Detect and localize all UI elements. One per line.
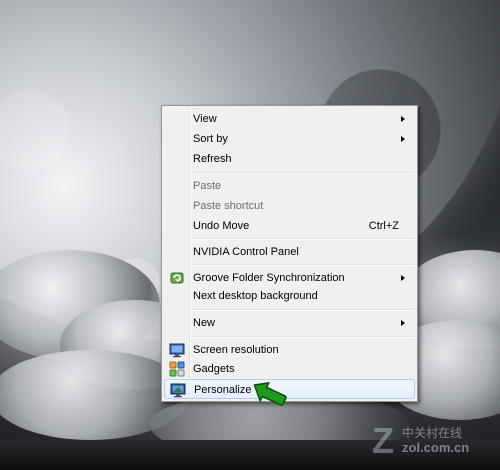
submenu-arrow-icon — [401, 136, 405, 142]
menu-item-label: NVIDIA Control Panel — [193, 246, 299, 258]
menu-separator — [192, 309, 414, 311]
menu-item-label: Gadgets — [193, 363, 235, 375]
menu-item-undo-move[interactable]: Undo Move Ctrl+Z — [164, 216, 415, 236]
submenu-arrow-icon — [401, 116, 405, 122]
groove-icon — [170, 272, 184, 284]
menu-item-gadgets[interactable]: Gadgets — [164, 359, 415, 379]
menu-item-label: Refresh — [193, 153, 232, 165]
desktop-context-menu: View Sort by Refresh Paste Paste shortcu… — [161, 105, 418, 402]
menu-item-label: Screen resolution — [193, 344, 279, 356]
menu-item-view[interactable]: View — [164, 109, 415, 129]
personalize-icon — [170, 383, 186, 398]
watermark-url-text: zol.com.cn — [402, 440, 470, 455]
menu-item-label: Personalize — [194, 384, 252, 396]
menu-separator — [192, 172, 414, 174]
menu-separator — [192, 238, 414, 240]
menu-item-label: Groove Folder Synchronization — [193, 272, 345, 284]
menu-item-next-desktop-background[interactable]: Next desktop background — [164, 286, 415, 306]
menu-item-personalize[interactable]: Personalize — [164, 379, 415, 399]
menu-item-label: View — [193, 113, 217, 125]
menu-item-paste[interactable]: Paste — [164, 176, 415, 196]
menu-item-refresh[interactable]: Refresh — [164, 149, 415, 169]
menu-separator — [192, 264, 414, 266]
menu-item-label: Next desktop background — [193, 290, 318, 302]
menu-item-label: Paste — [193, 180, 222, 192]
submenu-arrow-icon — [401, 320, 405, 326]
menu-item-nvidia-control-panel[interactable]: NVIDIA Control Panel — [164, 242, 415, 262]
gadgets-icon — [169, 361, 185, 377]
menu-separator — [192, 336, 414, 338]
menu-item-sort-by[interactable]: Sort by — [164, 129, 415, 149]
watermark-chinese-text: 中关村在线 — [402, 426, 463, 440]
menu-item-label: New — [193, 317, 216, 329]
menu-item-groove-folder-sync[interactable]: Groove Folder Synchronization — [164, 268, 415, 288]
watermark-logo: Z — [372, 420, 394, 461]
green-arrow-pointer-icon — [253, 382, 287, 406]
submenu-arrow-icon — [401, 275, 405, 281]
monitor-icon — [169, 343, 185, 358]
menu-item-new[interactable]: New — [164, 313, 415, 333]
menu-item-label: Sort by — [193, 133, 228, 145]
menu-item-label: Undo Move — [193, 220, 250, 232]
menu-item-label: Paste shortcut — [193, 200, 264, 212]
watermark: Z 中关村在线 zol.com.cn — [372, 420, 496, 461]
menu-item-paste-shortcut[interactable]: Paste shortcut — [164, 196, 415, 216]
shortcut-text: Ctrl+Z — [368, 220, 399, 232]
menu-item-screen-resolution[interactable]: Screen resolution — [164, 340, 415, 360]
